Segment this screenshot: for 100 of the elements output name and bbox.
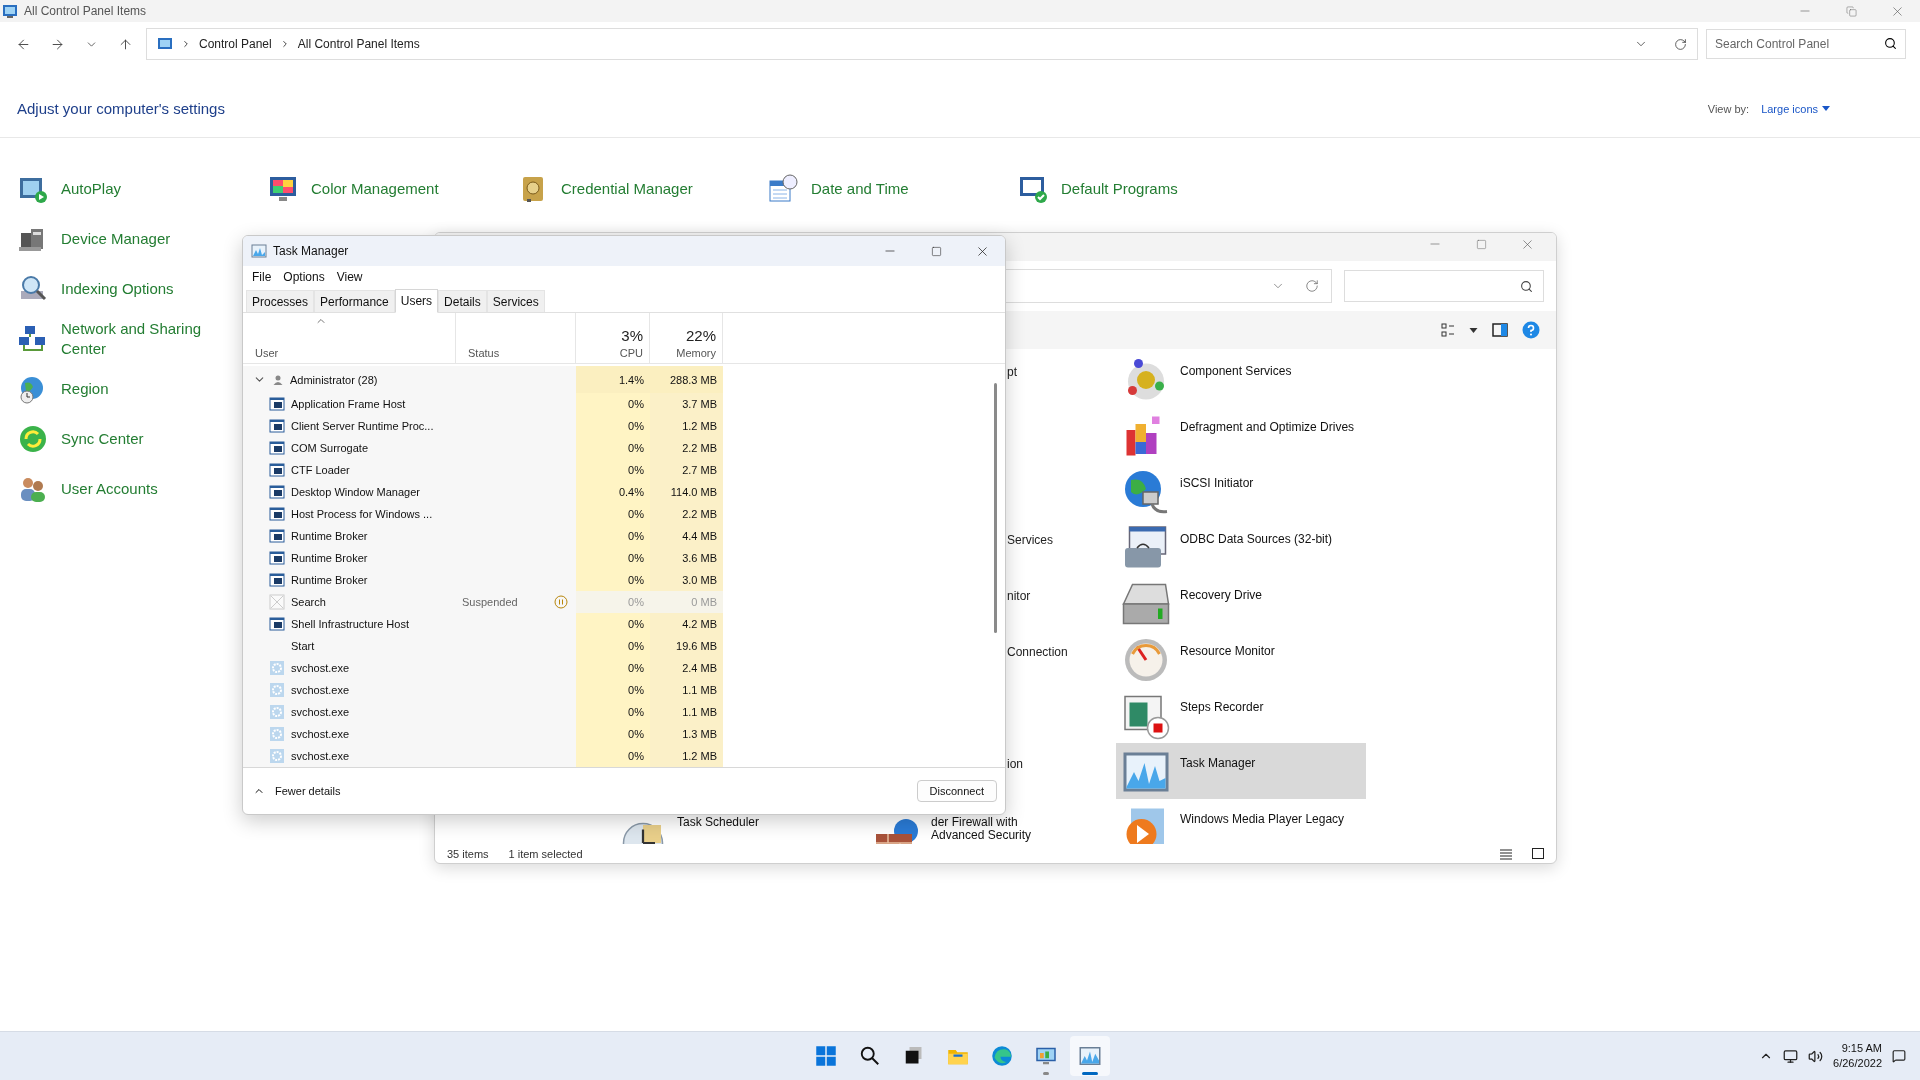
applet-link[interactable]: der Firewall with Advanced Security [867, 816, 1116, 844]
table-cell: 1.2 MB [650, 745, 723, 767]
applet-link[interactable]: Defragment and Optimize Drives [1116, 407, 1366, 463]
menu-item[interactable]: View [331, 268, 368, 286]
applet-link[interactable]: Device Manager [17, 214, 171, 264]
applet-link[interactable]: Task Manager [1116, 743, 1366, 799]
preview-pane-icon[interactable] [1492, 323, 1508, 337]
scrollbar[interactable] [994, 383, 997, 633]
menu-item[interactable]: File [247, 268, 277, 286]
applet-link[interactable]: Windows Media Player Legacy [1116, 799, 1366, 844]
gear-icon [269, 704, 285, 720]
applet-link[interactable]: Region [17, 364, 109, 414]
status-text: Suspended [462, 596, 518, 608]
table-cell: 0% [576, 569, 650, 591]
table-cell: 1.1 MB [650, 679, 723, 701]
table-cell: 0% [576, 393, 650, 415]
table-cell: 2.2 MB [650, 503, 723, 525]
table-cell: 3.0 MB [650, 569, 723, 591]
column-header[interactable]: Memory [676, 347, 716, 359]
speaker-icon [1808, 1048, 1824, 1064]
column-header[interactable]: User [255, 347, 279, 359]
details-view-icon[interactable] [1500, 847, 1512, 860]
applet-link[interactable]: ODBC Data Sources (32-bit) [1116, 519, 1366, 575]
applet-link[interactable]: AutoPlay [17, 164, 122, 214]
applet-link[interactable]: Task Scheduler [613, 816, 867, 844]
column-header[interactable]: Status [468, 347, 500, 359]
applet-link[interactable]: iSCSI Initiator [1116, 463, 1366, 519]
table-cell: 0% [576, 547, 650, 569]
breadcrumb-item[interactable]: All Control Panel Items [297, 37, 420, 51]
applet-link[interactable]: Date and Time [767, 164, 909, 214]
clock-date: 6/26/2022 [1833, 1056, 1882, 1071]
refresh-icon[interactable] [1305, 279, 1319, 293]
search-icon [858, 1044, 882, 1068]
help-icon[interactable] [1522, 321, 1540, 339]
window-icon [269, 440, 285, 456]
caret-icon[interactable] [1469, 327, 1478, 333]
applet-link[interactable]: Network and Sharing Center [17, 314, 221, 364]
refresh-icon[interactable] [1674, 37, 1687, 51]
gauge-icon [1122, 636, 1170, 684]
applet-link[interactable]: Credential Manager [517, 164, 693, 214]
network-button[interactable] [1783, 1048, 1799, 1064]
tab[interactable]: Details [438, 290, 487, 312]
table-cell: 3.7 MB [650, 393, 723, 415]
applet-link[interactable]: Component Services [1116, 351, 1366, 407]
process-name: svchost.exe [243, 745, 456, 767]
table-cell: 0% [576, 635, 650, 657]
process-name: svchost.exe [243, 723, 456, 745]
window-icon [269, 616, 285, 632]
window-icon [269, 572, 285, 588]
table-cell: 1.4% [576, 366, 650, 393]
forward-arrow-icon [49, 36, 65, 52]
applet-link[interactable]: Recovery Drive [1116, 575, 1366, 631]
window-title: Task Manager [273, 244, 350, 258]
table-cell: 0% [576, 613, 650, 635]
tab[interactable]: Services [486, 290, 545, 312]
fewer-details-button[interactable]: Fewer details [253, 785, 341, 797]
address-bar[interactable]: Control Panel All Control Panel Items [146, 28, 1698, 60]
applet-link[interactable]: User Accounts [17, 464, 158, 514]
gear-icon [269, 660, 285, 676]
large-icons-view-icon[interactable] [1532, 847, 1544, 860]
process-name: Search [243, 591, 456, 613]
process-name: svchost.exe [243, 679, 456, 701]
disconnect-button[interactable]: Disconnect [916, 780, 997, 802]
user-row[interactable]: Administrator (28) [243, 366, 456, 393]
breadcrumb-item[interactable]: Control Panel [199, 37, 272, 51]
table-cell: 0.4% [576, 481, 650, 503]
maximize-icon [930, 245, 942, 257]
process-name: Shell Infrastructure Host [243, 613, 456, 635]
notifications-button[interactable] [1892, 1049, 1906, 1063]
search-field[interactable] [1344, 270, 1544, 302]
applet-link[interactable]: Default Programs [1017, 164, 1178, 214]
control-panel-icon [2, 3, 18, 19]
tab[interactable]: Users [394, 289, 439, 313]
table-cell: 114.0 MB [650, 481, 723, 503]
process-name: CTF Loader [243, 459, 456, 481]
tab[interactable]: Performance [314, 290, 395, 312]
applet-link[interactable]: Indexing Options [17, 264, 174, 314]
applet-link[interactable]: Steps Recorder [1116, 687, 1366, 743]
table-cell: 2.4 MB [650, 657, 723, 679]
table-cell: 0% [576, 503, 650, 525]
search-field[interactable]: Search Control Panel [1706, 29, 1906, 59]
table-cell: 0% [576, 525, 650, 547]
applet-link[interactable]: Sync Center [17, 414, 144, 464]
window-icon [269, 506, 285, 522]
tab[interactable]: Processes [246, 290, 315, 312]
process-name: Client Server Runtime Proc... [243, 415, 456, 437]
volume-button[interactable] [1808, 1048, 1824, 1064]
process-name: Application Frame Host [243, 393, 456, 415]
view-options-icon[interactable] [1441, 323, 1455, 337]
menu-item[interactable]: Options [278, 268, 330, 286]
view-by-dropdown[interactable]: Large icons [1761, 102, 1830, 115]
status-text: 1 item selected [508, 847, 583, 860]
window-icon [269, 396, 285, 412]
maximize-icon [1475, 238, 1487, 250]
applet-link[interactable]: Resource Monitor [1116, 631, 1366, 687]
process-name: svchost.exe [243, 657, 456, 679]
applet-link[interactable]: Color Management [267, 164, 439, 214]
person-icon [272, 373, 284, 386]
column-header[interactable]: CPU [619, 347, 643, 359]
process-name: Host Process for Windows ... [243, 503, 456, 525]
